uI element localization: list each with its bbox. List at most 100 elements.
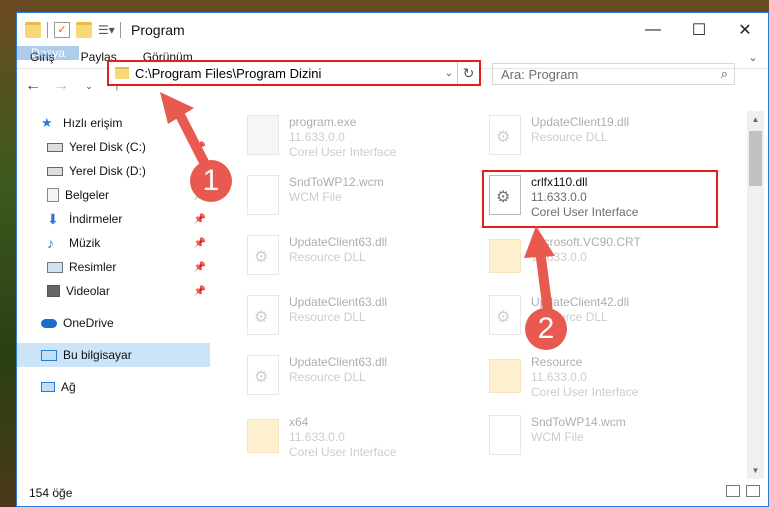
pin-icon: 📌 bbox=[193, 285, 206, 297]
window-controls: — ☐ ✕ bbox=[630, 13, 768, 46]
list-item[interactable]: Microsoft.VC90.CRT 11.633.0.0 bbox=[489, 235, 641, 273]
file-name: SndToWP12.wcm bbox=[289, 175, 384, 189]
file-name: UpdateClient63.dll bbox=[289, 235, 388, 249]
large-icons-view-icon[interactable] bbox=[746, 485, 760, 497]
list-item[interactable]: SndToWP14.wcm WCM File bbox=[489, 415, 626, 455]
network-icon bbox=[41, 382, 55, 392]
file-name: UpdateClient19.dll bbox=[531, 115, 630, 129]
refresh-icon[interactable]: ↻ bbox=[457, 62, 479, 84]
file-name: Resource bbox=[531, 355, 583, 369]
sidebar-item-label: Yerel Disk (C:) bbox=[69, 140, 146, 154]
step-marker-1: 1 bbox=[190, 160, 232, 202]
list-item[interactable]: x64 11.633.0.0 Corel User Interface bbox=[247, 415, 396, 460]
sidebar-item-label: OneDrive bbox=[63, 316, 114, 330]
file-detail: 11.633.0.0 bbox=[289, 130, 345, 144]
sidebar-item-label: Yerel Disk (D:) bbox=[69, 164, 146, 178]
tab-file[interactable]: Dosya bbox=[17, 46, 80, 60]
documents-icon bbox=[47, 188, 59, 202]
file-detail: 11.633.0.0 bbox=[531, 370, 587, 384]
back-button[interactable]: ← bbox=[21, 74, 45, 98]
address-path[interactable]: C:\Program Files\Program Dizini bbox=[135, 66, 441, 81]
chevron-down-icon[interactable]: ⌄ bbox=[441, 68, 457, 79]
drive-icon bbox=[47, 166, 63, 176]
file-detail: WCM File bbox=[531, 430, 584, 444]
sidebar-item-label: Müzik bbox=[69, 236, 101, 250]
divider bbox=[120, 21, 121, 38]
search-input[interactable]: Ara: Program ⌕ bbox=[492, 63, 735, 85]
scroll-up-icon[interactable]: ▲ bbox=[747, 111, 764, 128]
file-detail: 11.633.0.0 bbox=[289, 430, 345, 444]
maximize-button[interactable]: ☐ bbox=[676, 13, 722, 46]
search-placeholder: Ara: Program bbox=[501, 66, 579, 82]
dll-file-icon bbox=[489, 115, 521, 155]
sidebar-item-label: Videolar bbox=[66, 284, 110, 298]
file-name: x64 bbox=[289, 415, 309, 429]
file-detail: Resource DLL bbox=[289, 310, 366, 324]
folder-icon bbox=[247, 419, 279, 453]
view-toggle bbox=[726, 485, 760, 497]
pictures-icon bbox=[47, 261, 63, 273]
sidebar-item-label: Hızlı erişim bbox=[63, 116, 123, 130]
star-icon: ★ bbox=[41, 115, 53, 130]
new-folder-icon[interactable] bbox=[76, 21, 92, 38]
sidebar-item-this-pc[interactable]: Bu bilgisayar bbox=[17, 343, 210, 367]
sidebar-item-drive-d[interactable]: Yerel Disk (D:) 📌 bbox=[17, 159, 210, 183]
sidebar-item-label: Ağ bbox=[61, 380, 76, 394]
recent-locations-button[interactable]: ⌄ bbox=[77, 74, 101, 98]
sidebar-item-label: Resimler bbox=[69, 260, 117, 274]
list-item[interactable]: program.exe 11.633.0.0 Corel User Interfac… bbox=[247, 115, 396, 160]
scroll-down-icon[interactable]: ▼ bbox=[747, 462, 764, 479]
exe-file-icon bbox=[247, 115, 279, 155]
close-button[interactable]: ✕ bbox=[722, 13, 768, 46]
title-bar: ✓ ☰▾ Program — ☐ ✕ bbox=[17, 13, 768, 46]
sidebar-item-network[interactable]: Ağ bbox=[17, 375, 210, 399]
vertical-scrollbar[interactable]: ▲ ▼ bbox=[747, 111, 764, 479]
cloud-icon bbox=[41, 318, 57, 328]
forward-button[interactable]: → bbox=[49, 74, 73, 98]
sidebar-item-downloads[interactable]: ⬇ İndirmeler 📌 bbox=[17, 207, 210, 231]
dll-file-icon bbox=[247, 355, 279, 395]
file-detail: Resource DLL bbox=[289, 250, 366, 264]
file-icon bbox=[489, 415, 521, 455]
sidebar-item-music[interactable]: ♪ Müzik 📌 bbox=[17, 231, 210, 255]
sidebar-item-pictures[interactable]: Resimler 📌 bbox=[17, 255, 210, 279]
address-bar[interactable]: C:\Program Files\Program Dizini ⌄ ↻ bbox=[107, 60, 481, 86]
list-item[interactable]: UpdateClient63.dllResource DLL bbox=[247, 295, 387, 335]
list-item[interactable]: SndToWP12.wcm WCM File bbox=[247, 175, 384, 215]
file-name: UpdateClient63.dll bbox=[289, 295, 388, 309]
folder-icon bbox=[489, 239, 521, 273]
list-item[interactable]: Resource 11.633.0.0 Corel User Interface bbox=[489, 355, 638, 400]
folder-icon bbox=[115, 67, 129, 79]
details-view-icon[interactable] bbox=[726, 485, 740, 497]
expand-ribbon-icon[interactable]: ⌄ bbox=[738, 46, 768, 68]
status-bar: 154 öğe bbox=[17, 479, 768, 506]
scroll-thumb[interactable] bbox=[749, 131, 762, 186]
list-item[interactable]: UpdateClient19.dllResource DLL bbox=[489, 115, 629, 155]
dll-file-icon bbox=[247, 295, 279, 335]
sidebar-item-quick-access[interactable]: ★ Hızlı erişim bbox=[17, 111, 210, 135]
file-list: program.exe 11.633.0.0 Corel User Interfac… bbox=[213, 111, 745, 479]
computer-icon bbox=[41, 349, 57, 361]
step-marker-2: 2 bbox=[525, 308, 567, 350]
item-count: 154 öğe bbox=[29, 485, 73, 500]
sidebar-item-onedrive[interactable]: OneDrive bbox=[17, 311, 210, 335]
sidebar-item-drive-c[interactable]: Yerel Disk (C:) 📌 bbox=[17, 135, 210, 159]
download-icon: ⬇ bbox=[47, 211, 59, 227]
sidebar-item-videos[interactable]: Videolar 📌 bbox=[17, 279, 210, 303]
customize-icon[interactable]: ☰▾ bbox=[98, 22, 115, 38]
video-icon bbox=[47, 285, 60, 297]
file-detail: Corel User Interface bbox=[531, 385, 639, 399]
list-item[interactable]: UpdateClient63.dllResource DLL bbox=[247, 355, 387, 395]
file-icon bbox=[247, 175, 279, 215]
folder-icon bbox=[489, 359, 521, 393]
dll-file-icon bbox=[247, 235, 279, 275]
drive-icon bbox=[47, 142, 63, 152]
sidebar-item-documents[interactable]: Belgeler 📌 bbox=[17, 183, 210, 207]
music-icon: ♪ bbox=[47, 235, 54, 251]
pin-icon: 📌 bbox=[193, 237, 206, 249]
pin-icon: 📌 bbox=[193, 141, 206, 153]
list-item[interactable]: UpdateClient63.dllResource DLL bbox=[247, 235, 387, 275]
properties-icon[interactable]: ✓ bbox=[54, 21, 70, 38]
search-icon: ⌕ bbox=[720, 66, 728, 81]
minimize-button[interactable]: — bbox=[630, 13, 676, 46]
